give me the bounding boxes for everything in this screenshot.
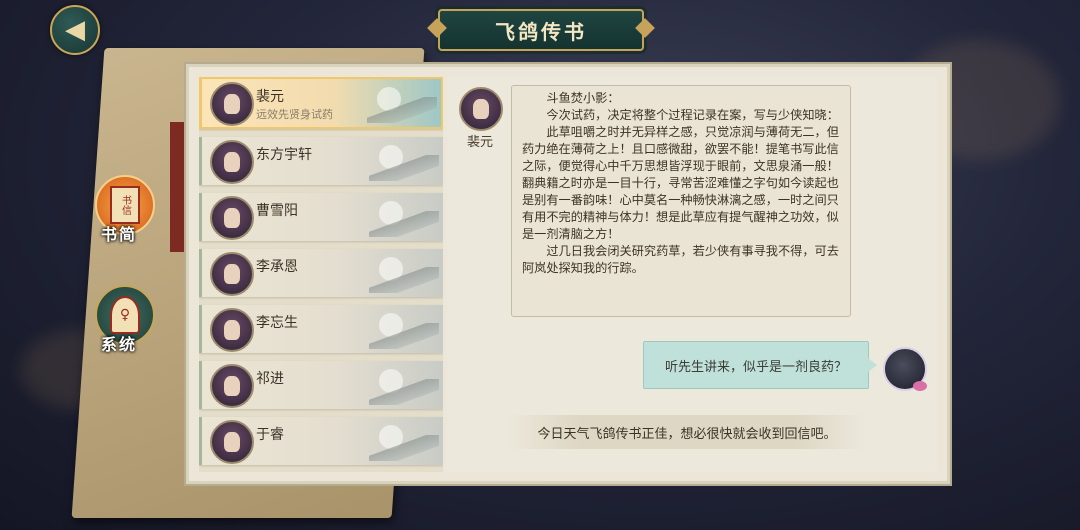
system-tab-label: 系统: [101, 335, 138, 354]
letter-paragraph: 此草咀嚼之时并无异样之感，只觉凉润与薄荷无二，但药力绝在薄荷之上！且口感微甜，欲…: [522, 125, 839, 241]
contact-item-liwangsheng[interactable]: 李忘生: [199, 305, 443, 353]
lantern-icon: ♀: [110, 296, 140, 334]
contact-item-qijin[interactable]: 祁进: [199, 361, 443, 409]
contact-name: 曹雪阳: [256, 203, 298, 219]
avatar: [210, 140, 254, 184]
mountain-decoration: [369, 267, 439, 293]
contact-name: 裴元: [256, 89, 284, 105]
mountain-decoration: [367, 97, 437, 123]
back-button[interactable]: ◀: [50, 5, 100, 55]
player-reply-bubble: 听先生讲来，似乎是一剂良药？: [643, 341, 877, 389]
contact-name: 李忘生: [256, 315, 298, 331]
letter-salutation: 斗鱼焚小影：: [546, 91, 620, 105]
status-text: 今日天气飞鸽传书正佳，想必很快就会收到回信吧。: [537, 426, 837, 442]
contact-name: 于睿: [256, 427, 284, 443]
title-banner: 飞鸽传书: [438, 9, 644, 51]
contact-name: 李承恩: [256, 259, 298, 275]
letter-paragraph: 过几日我会闭关研究药草，若少侠有事寻我不得，可去阿岚处探知我的行踪。: [522, 244, 839, 275]
contact-item-peiyuan[interactable]: 裴元 远效先贤身试药: [199, 77, 443, 129]
letter-message: 斗鱼焚小影： 今次试药，决定将整个过程记录在案，写与少侠知晓： 此草咀嚼之时并无…: [511, 85, 851, 317]
avatar: [210, 308, 254, 352]
contact-item-yurui[interactable]: 于睿: [199, 417, 443, 465]
letter-paragraph: 今次试药，决定将整个过程记录在案，写与少侠知晓：: [546, 108, 839, 122]
status-message: 今日天气飞鸽传书正佳，想必很快就会收到回信吧。: [507, 415, 867, 449]
scroll-letter-icon: 书信: [110, 186, 140, 224]
contact-list[interactable]: 裴元 远效先贤身试药 东方宇轩 曹雪阳 李承恩 李忘生 祁进 于睿: [199, 77, 443, 472]
contact-item-lichengen[interactable]: 李承恩: [199, 249, 443, 297]
avatar: [210, 252, 254, 296]
player-avatar[interactable]: [883, 347, 927, 391]
contact-name: 东方宇轩: [256, 147, 312, 163]
contact-name: 祁进: [256, 371, 284, 387]
mountain-decoration: [369, 155, 439, 181]
contact-item-caoxueyang[interactable]: 曹雪阳: [199, 193, 443, 241]
contact-item-dongfangyuxuan[interactable]: 东方宇轩: [199, 137, 443, 185]
page-title: 飞鸽传书: [495, 19, 587, 44]
chat-area[interactable]: 裴元 斗鱼焚小影： 今次试药，决定将整个过程记录在案，写与少侠知晓： 此草咀嚼之…: [447, 77, 937, 472]
npc-avatar[interactable]: [459, 87, 503, 131]
player-reply-text: 听先生讲来，似乎是一剂良药？: [664, 359, 847, 375]
avatar: [210, 420, 254, 464]
mountain-decoration: [369, 435, 439, 461]
avatar: [210, 82, 254, 126]
mountain-decoration: [369, 379, 439, 405]
avatar: [210, 364, 254, 408]
mountain-decoration: [369, 323, 439, 349]
letters-tab-label: 书简: [101, 225, 138, 244]
npc-name: 裴元: [467, 135, 494, 150]
contact-subtitle: 远效先贤身试药: [256, 108, 333, 121]
back-arrow-icon: ◀: [65, 15, 85, 45]
avatar: [210, 196, 254, 240]
mountain-decoration: [369, 211, 439, 237]
mail-panel: 裴元 远效先贤身试药 东方宇轩 曹雪阳 李承恩 李忘生 祁进 于睿 裴元 斗鱼焚…: [186, 64, 950, 484]
